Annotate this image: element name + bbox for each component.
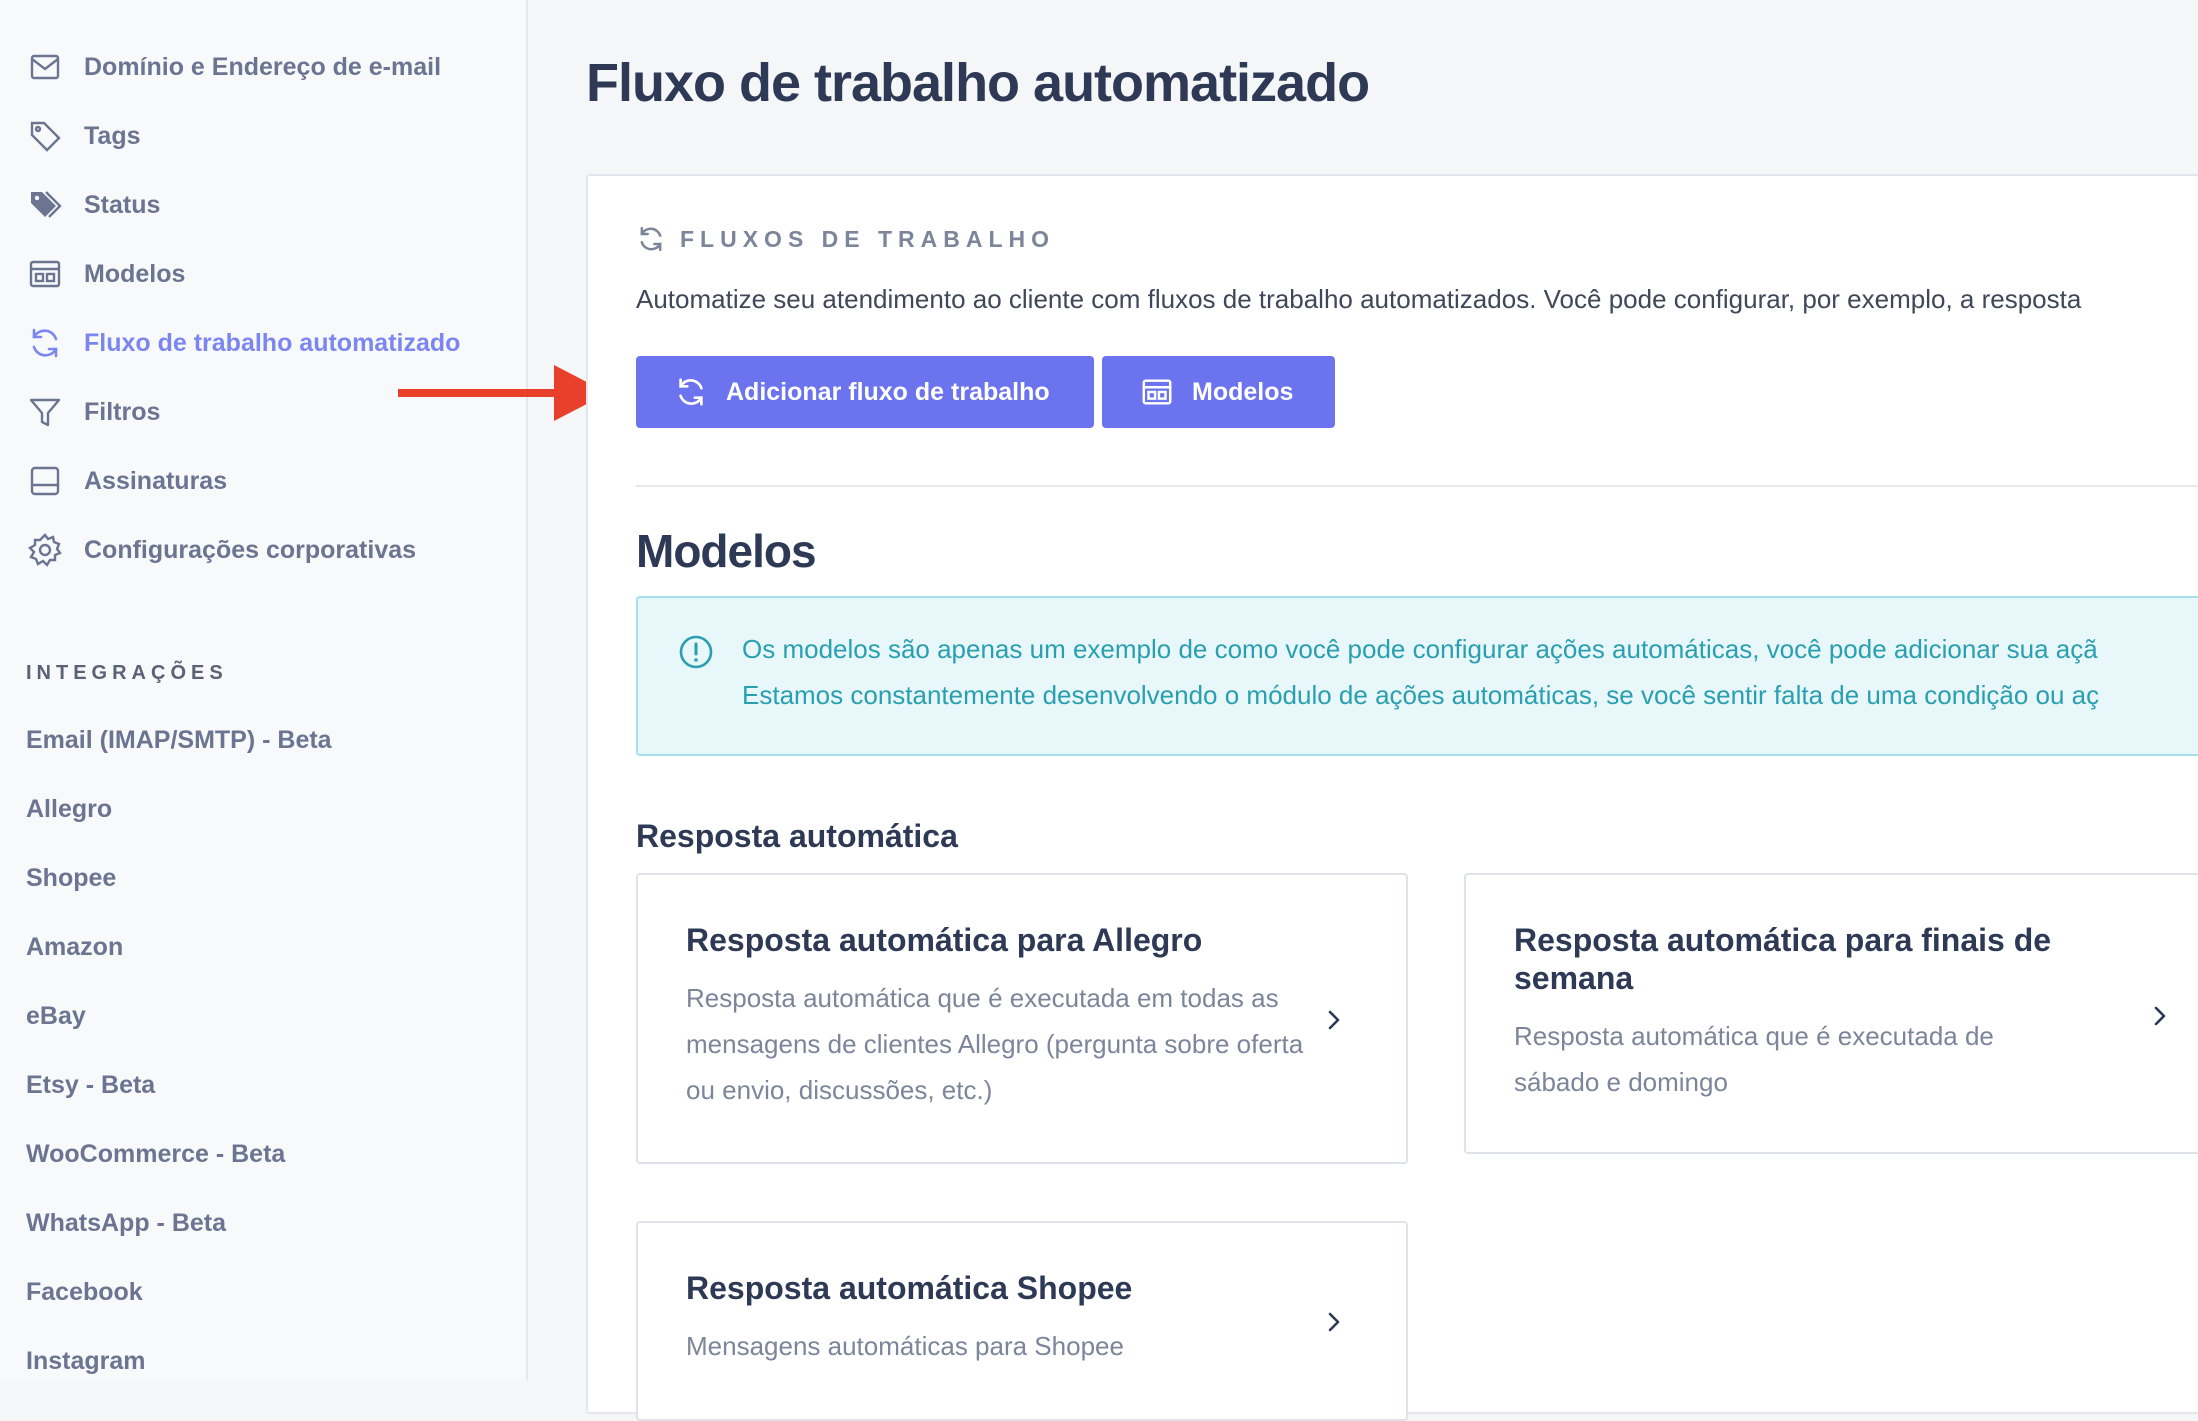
sidebar-item-automated-workflow[interactable]: Fluxo de trabalho automatizado	[26, 323, 460, 363]
integration-email[interactable]: Email (IMAP/SMTP) - Beta	[26, 726, 332, 755]
chevron-right-icon	[2154, 1006, 2166, 1026]
workflows-description: Automatize seu atendimento ao cliente co…	[636, 284, 2082, 314]
integration-ebay[interactable]: eBay	[26, 1002, 86, 1031]
sidebar-item-models[interactable]: Modelos	[26, 254, 185, 294]
workflows-heading-label: FLUXOS DE TRABALHO	[680, 225, 1056, 252]
template-icon	[26, 255, 64, 293]
chevron-right-icon	[1328, 1312, 1340, 1332]
template-icon	[1140, 375, 1174, 409]
sidebar-item-tags[interactable]: Tags	[26, 116, 141, 156]
page-title: Fluxo de trabalho automatizado	[586, 53, 1370, 113]
template-card-allegro[interactable]: Resposta automática para Allegro Respost…	[636, 873, 1408, 1164]
integration-whatsapp[interactable]: WhatsApp - Beta	[26, 1209, 226, 1238]
workflows-heading: FLUXOS DE TRABALHO	[636, 224, 1055, 254]
add-workflow-button[interactable]: Adicionar fluxo de trabalho	[636, 356, 1094, 428]
info-alert	[636, 596, 2198, 756]
sidebar-item-signatures[interactable]: Assinaturas	[26, 461, 227, 501]
tag-icon	[26, 117, 64, 155]
chevron-right-icon	[1328, 1010, 1340, 1030]
models-button[interactable]: Modelos	[1102, 356, 1335, 428]
sidebar-item-filters[interactable]: Filtros	[26, 392, 160, 432]
sidebar-item-label: Tags	[84, 121, 141, 150]
refresh-icon	[26, 324, 64, 362]
refresh-icon	[674, 375, 708, 409]
tags-filled-icon	[26, 186, 64, 224]
integration-woocommerce[interactable]: WooCommerce - Beta	[26, 1140, 285, 1169]
sidebar: Domínio e Endereço de e-mail Tags Status…	[0, 0, 528, 1380]
models-button-label: Modelos	[1192, 377, 1294, 406]
integration-shopee[interactable]: Shopee	[26, 864, 116, 893]
sidebar-item-label: Status	[84, 190, 161, 219]
sidebar-item-label: Modelos	[84, 259, 186, 288]
template-card-shopee[interactable]: Resposta automática Shopee Mensagens aut…	[636, 1221, 1408, 1421]
models-section-title: Modelos	[636, 525, 817, 577]
filter-icon	[26, 393, 64, 431]
info-text-line-2: Estamos constantemente desenvolvendo o m…	[742, 680, 2100, 710]
integration-etsy[interactable]: Etsy - Beta	[26, 1071, 155, 1100]
mail-icon	[26, 48, 64, 86]
integration-amazon[interactable]: Amazon	[26, 933, 123, 962]
integration-instagram[interactable]: Instagram	[26, 1347, 145, 1376]
annotation-arrow-icon	[398, 365, 608, 421]
card-title: Resposta automática Shopee	[686, 1270, 1133, 1306]
sidebar-item-domain-email[interactable]: Domínio e Endereço de e-mail	[26, 47, 441, 87]
auto-reply-title: Resposta automática	[636, 818, 958, 854]
sidebar-item-label: Assinaturas	[84, 466, 228, 495]
card-title: Resposta automática para Allegro	[686, 922, 1203, 958]
template-card-weekends[interactable]: Resposta automática para finais de seman…	[1464, 873, 2198, 1154]
gear-icon	[26, 531, 64, 569]
signature-icon	[26, 462, 64, 500]
sidebar-item-label: Filtros	[84, 397, 161, 426]
sidebar-item-label: Fluxo de trabalho automatizado	[84, 328, 461, 357]
card-title: Resposta automática para finais de seman…	[1514, 922, 2052, 996]
sidebar-item-status[interactable]: Status	[26, 185, 160, 225]
integration-allegro[interactable]: Allegro	[26, 795, 112, 824]
refresh-icon	[636, 224, 666, 254]
sidebar-item-label: Domínio e Endereço de e-mail	[84, 52, 442, 81]
info-icon	[679, 635, 713, 669]
divider	[636, 485, 2198, 487]
card-description: Mensagens automáticas para Shopee	[686, 1331, 1124, 1361]
add-workflow-button-label: Adicionar fluxo de trabalho	[726, 377, 1050, 406]
card-description: Resposta automática que é executada em t…	[686, 983, 1304, 1105]
card-description: Resposta automática que é executada de s…	[1514, 1021, 1994, 1097]
sidebar-item-label: Configurações corporativas	[84, 535, 417, 564]
integrations-heading: INTEGRAÇÕES	[26, 662, 228, 684]
sidebar-item-corporate-settings[interactable]: Configurações corporativas	[26, 530, 416, 570]
integration-facebook[interactable]: Facebook	[26, 1278, 143, 1307]
info-text-line-1: Os modelos são apenas um exemplo de como…	[742, 634, 2098, 664]
